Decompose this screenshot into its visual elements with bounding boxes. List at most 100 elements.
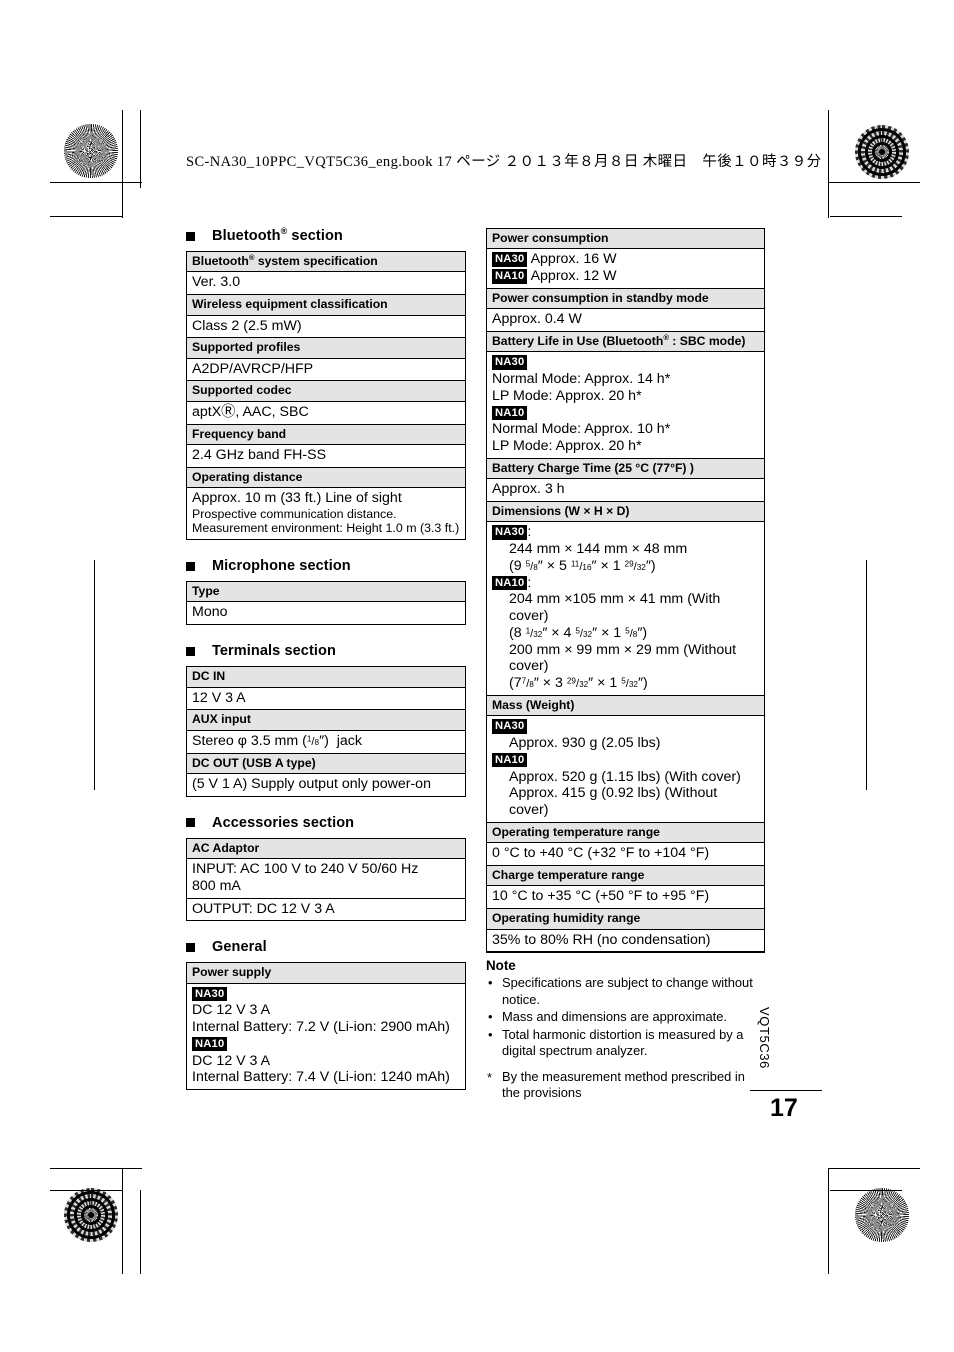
row-header-operating-temp: Operating temperature range <box>486 821 765 844</box>
row-value-mic-type: Mono <box>186 601 466 626</box>
row-value-standby-consumption: Approx. 0.4 W <box>486 308 765 333</box>
row-header-dc-out: DC OUT (USB A type) <box>186 752 466 774</box>
model-badge-na10: NA10 <box>492 575 528 591</box>
table-row: DC OUT (USB A type) <box>186 752 466 774</box>
list-item: • Specifications are subject to change wi… <box>486 975 765 1008</box>
model-badge-na10: NA10 <box>492 405 528 421</box>
table-row: INPUT: AC 100 V to 240 V 50/60 Hz 800 mA <box>186 858 466 899</box>
operating-distance-line-3: Measurement environment: Height 1.0 m (3… <box>192 521 460 536</box>
row-value-operating-distance: Approx. 10 m (33 ft.) Line of sight Pros… <box>186 487 466 541</box>
table-row: OUTPUT: DC 12 V 3 A <box>186 897 466 922</box>
power-supply-na10-line-2: Internal Battery: 7.4 V (Li-ion: 1240 mA… <box>192 1069 450 1086</box>
model-badge-na30: NA30 <box>492 719 528 734</box>
power-supply-na30-line-2: Internal Battery: 7.2 V (Li-ion: 2900 mA… <box>192 1019 450 1036</box>
color-registration-patch-top-left <box>64 124 118 178</box>
square-bullet-icon <box>186 942 195 952</box>
crop-mark-tl-h1 <box>50 182 142 184</box>
note-text: Total harmonic distortion is measured by… <box>502 1026 744 1059</box>
square-bullet-icon <box>186 561 195 571</box>
table-accessories-section: AC Adaptor INPUT: AC 100 V to 240 V 50/6… <box>186 837 466 922</box>
table-row: 35% to 80% RH (no condensation) <box>486 928 765 953</box>
section-heading-label: Terminals section <box>212 643 336 660</box>
row-header-dc-in: DC IN <box>186 666 466 688</box>
row-value-bt-version: Ver. 3.0 <box>186 271 466 296</box>
row-value-battery-life: NA30 Normal Mode: Approx. 14 h* LP Mode:… <box>486 351 765 459</box>
row-value-dc-out: (5 V 1 A) Supply output only power-on <box>186 772 466 797</box>
table-row: 10 °C to +35 °C (+50 °F to +95 °F) <box>486 885 765 910</box>
section-heading-label: Bluetooth® section <box>212 226 343 244</box>
crop-mark-tr-v1 <box>828 110 830 218</box>
note-block: Note • Specifications are subject to chan… <box>486 952 765 1102</box>
table-row: Wireless equipment classification <box>186 294 466 316</box>
table-row: Frequency band <box>186 423 466 445</box>
table-row: Stereo φ 3.5 mm (1/8″) jack <box>186 729 466 754</box>
row-value-ac-adaptor-output: OUTPUT: DC 12 V 3 A <box>186 897 466 922</box>
row-value-frequency-band: 2.4 GHz band FH-SS <box>186 443 466 468</box>
row-header-mass: Mass (Weight) <box>486 694 765 717</box>
note-list: • Specifications are subject to change wi… <box>486 975 765 1060</box>
footnote: * By the measurement method prescribed i… <box>486 1069 765 1102</box>
color-registration-patch-top-right <box>855 125 909 179</box>
file-slug-header: SC-NA30_10PPC_VQT5C36_eng.book 17 ページ ２０… <box>186 154 822 170</box>
table-row: NA30 DC 12 V 3 A Internal Battery: 7.2 V… <box>186 982 466 1091</box>
ac-input-line-1: INPUT: AC 100 V to 240 V 50/60 Hz <box>192 861 419 878</box>
dimensions-na10-imperial-without-cover: (77/8″ × 3 29/32″ × 1 5/32″) <box>509 675 648 692</box>
table-row: Operating distance <box>186 466 466 489</box>
table-row: Approx. 0.4 W <box>486 308 765 333</box>
registration-target-bottom-center <box>455 1186 499 1230</box>
battery-life-na10-lp: LP Mode: Approx. 20 h* <box>492 438 642 455</box>
row-header-charge-time: Battery Charge Time (25 °C (77°F) ) <box>486 457 765 480</box>
document-code-vertical: VQT5C36 <box>757 1007 772 1070</box>
table-row: Approx. 10 m (33 ft.) Line of sight Pros… <box>186 487 466 541</box>
crop-mark-br-v1 <box>828 1168 830 1274</box>
left-column: Bluetooth® section Bluetooth® system spe… <box>186 226 466 1091</box>
table-row: aptXⓇ, AAC, SBC <box>186 400 466 425</box>
list-item: • Total harmonic distortion is measured b… <box>486 1027 765 1060</box>
row-value-supported-profiles: A2DP/AVRCP/HFP <box>186 357 466 382</box>
crop-mark-bl-v2 <box>140 1190 142 1274</box>
crop-mark-bl-v1 <box>122 1168 124 1274</box>
model-badge-na10: NA10 <box>192 1036 228 1052</box>
table-terminals-section: DC IN 12 V 3 A AUX input Stereo φ 3.5 mm… <box>186 666 466 797</box>
table-row: DC IN <box>186 666 466 688</box>
model-badge-na10: NA10 <box>492 269 528 284</box>
row-value-charge-temp: 10 °C to +35 °C (+50 °F to +95 °F) <box>486 885 765 910</box>
row-header-supported-profiles: Supported profiles <box>186 337 466 359</box>
row-header-operating-distance: Operating distance <box>186 466 466 489</box>
dimensions-na10-metric-without-cover: 200 mm × 99 mm × 29 mm (Without cover) <box>509 641 737 675</box>
section-heading-general: General <box>186 939 466 955</box>
row-header-ac-adaptor: AC Adaptor <box>186 837 466 860</box>
table-row: NA30 Normal Mode: Approx. 14 h* LP Mode:… <box>486 351 765 459</box>
crop-mark-br-h2 <box>830 1190 902 1192</box>
row-header-charge-temp: Charge temperature range <box>486 864 765 887</box>
table-row: Charge temperature range <box>486 864 765 887</box>
dimensions-na30-imperial: (9 5/8″ × 5 11/16″ × 1 29/32″) <box>509 557 656 574</box>
crop-mark-bl-h2 <box>50 1190 122 1192</box>
table-row: NA30: 244 mm × 144 mm × 48 mm (9 5/8″ × … <box>486 521 765 696</box>
registration-target-top-left <box>73 205 117 249</box>
note-title: Note <box>486 958 516 974</box>
square-bullet-icon <box>186 231 195 241</box>
table-row: Mass (Weight) <box>486 694 765 717</box>
mass-na10-with-cover: Approx. 520 g (1.15 lbs) (With cover) <box>509 768 741 785</box>
row-value-power-consumption: NA30 Approx. 16 W NA10 Approx. 12 W <box>486 248 765 289</box>
asterisk-marker: * <box>487 1069 493 1085</box>
table-row: Class 2 (2.5 mW) <box>186 314 466 339</box>
table-row: 0 °C to +40 °C (+32 °F to +104 °F) <box>486 842 765 866</box>
table-general-section: Power supply NA30 DC 12 V 3 A Internal B… <box>186 962 466 1091</box>
table-row: Power supply <box>186 962 466 984</box>
section-heading-terminals: Terminals section <box>186 643 466 659</box>
row-header-frequency-band: Frequency band <box>186 423 466 445</box>
operating-distance-line-1: Approx. 10 m (33 ft.) Line of sight <box>192 490 402 507</box>
ac-input-line-2: 800 mA <box>192 877 241 894</box>
row-header-bt-system-spec: Bluetooth® system specification <box>186 250 466 273</box>
row-header-supported-codec: Supported codec <box>186 380 466 402</box>
power-consumption-na10: Approx. 12 W <box>530 268 617 285</box>
operating-distance-line-2: Prospective communication distance. <box>192 506 397 521</box>
mass-na10-without-cover-line-1: Approx. 415 g (0.92 lbs) (Without <box>509 785 718 802</box>
dimensions-na30-metric: 244 mm × 144 mm × 48 mm <box>509 541 688 558</box>
trim-line-right <box>866 560 868 790</box>
table-row: Power consumption <box>486 227 765 250</box>
bullet-icon: • <box>488 1009 493 1025</box>
power-supply-na10-line-1: DC 12 V 3 A <box>192 1052 271 1069</box>
